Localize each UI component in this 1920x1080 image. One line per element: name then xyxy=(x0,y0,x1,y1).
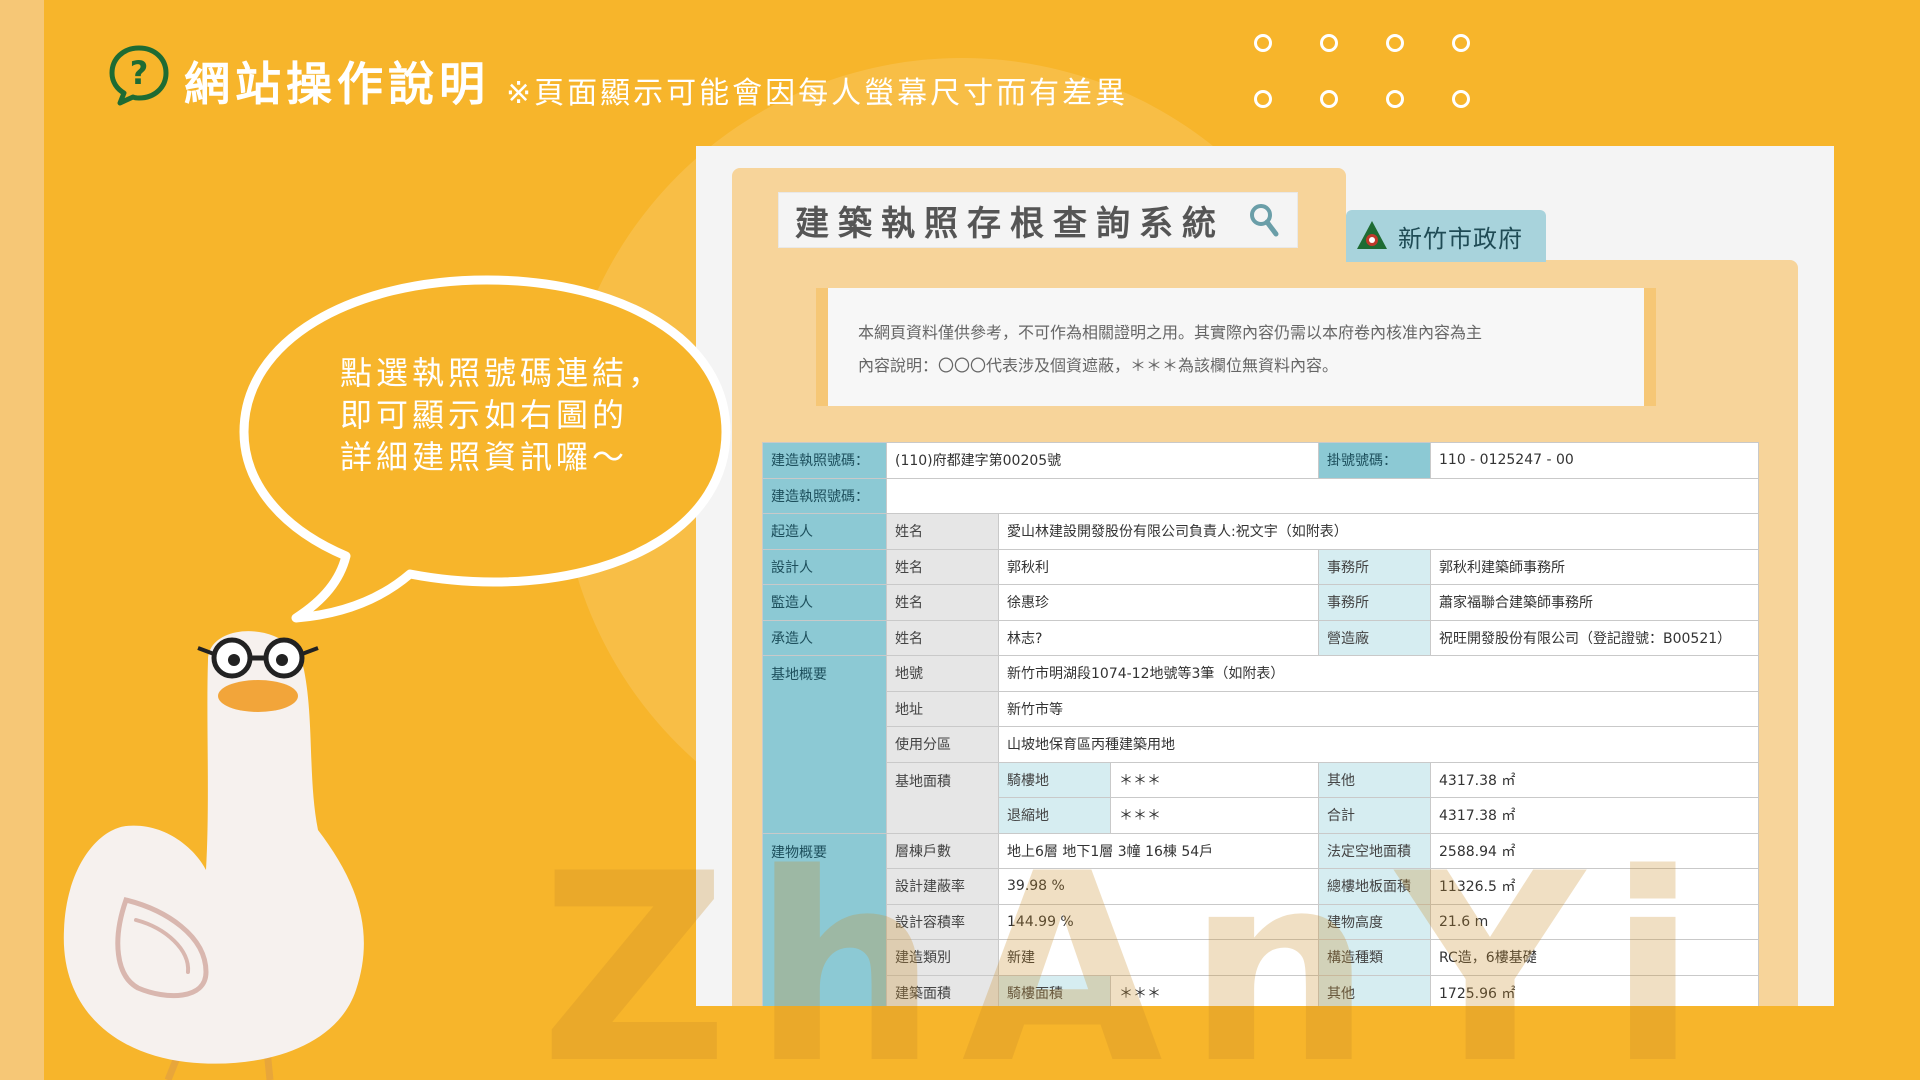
table-cell: 4317.38 ㎡ xyxy=(1429,761,1760,798)
table-row: 建造執照號碼： xyxy=(762,477,1760,514)
table-label: 營造廠 xyxy=(1318,619,1431,656)
table-row: 設計人 姓名 郭秋利 事務所 郭秋利建築師事務所 xyxy=(762,548,1760,585)
svg-text:?: ? xyxy=(130,54,149,92)
table-cell: ＊＊＊ xyxy=(1110,761,1319,798)
watermark-text: ZhAnYi xyxy=(540,819,1722,1080)
page-title: 網站操作說明 xyxy=(184,57,490,111)
notice-line: 內容說明：〇〇〇代表涉及個資遮蔽，＊＊＊為該欄位無資料內容。 xyxy=(858,356,1339,375)
table-label: 姓名 xyxy=(886,548,999,585)
decor-dot xyxy=(1320,90,1338,108)
table-row: 使用分區 山坡地保育區丙種建築用地 xyxy=(763,726,1760,763)
page-note: ※頁面顯示可能會因每人螢幕尺寸而有差異 xyxy=(506,76,1129,111)
table-label: 姓名 xyxy=(886,584,999,621)
table-label: 事務所 xyxy=(1318,548,1431,585)
table-cell: 郭秋利 xyxy=(998,548,1319,585)
decor-dot xyxy=(1452,90,1470,108)
table-cell xyxy=(885,477,1760,514)
table-cell: 郭秋利建築師事務所 xyxy=(1429,548,1760,585)
decor-dot xyxy=(1386,90,1404,108)
table-cell: 愛山林建設開發股份有限公司負責人:祝文宇（如附表） xyxy=(997,513,1760,550)
table-label: 使用分區 xyxy=(886,726,999,763)
table-label: 建造執照號碼： xyxy=(762,442,887,479)
table-label: 地址 xyxy=(886,690,999,727)
table-label: 其他 xyxy=(1318,761,1431,798)
gov-logo-icon xyxy=(1357,221,1387,249)
decor-dot xyxy=(1254,34,1272,52)
bubble-line: 點選執照號碼連結， xyxy=(340,354,665,392)
table-row: 建造執照號碼： (110)府都建字第00205號 掛號號碼： 110 - 012… xyxy=(762,442,1760,479)
table-row: 地址 新竹市等 xyxy=(763,690,1760,727)
table-cell: 林志? xyxy=(998,619,1319,656)
gov-name: 新竹市政府 xyxy=(1398,224,1523,253)
table-label: 地號 xyxy=(886,655,999,692)
decor-dot xyxy=(1254,90,1272,108)
table-section-label: 基地概要 xyxy=(762,655,887,834)
table-cell: 新竹市等 xyxy=(997,690,1760,727)
table-label: 監造人 xyxy=(762,584,887,621)
decor-dot xyxy=(1386,34,1404,52)
table-label: 事務所 xyxy=(1318,584,1431,621)
help-icon: ? xyxy=(109,45,169,106)
bubble-line: 詳細建照資訊囉～ xyxy=(340,438,629,476)
decor-dot xyxy=(1320,34,1338,52)
bubble-text: 點選執照號碼連結， 即可顯示如右圖的 詳細建照資訊囉～ xyxy=(340,352,700,478)
table-row: 基地面積 騎樓地 ＊＊＊ 其他 4317.38 ㎡ xyxy=(763,761,1760,834)
table-cell: 新竹市明湖段1074-12地號等3筆（如附表） xyxy=(997,655,1760,692)
gov-tab[interactable]: 新竹市政府 xyxy=(1346,210,1546,262)
system-title: 建築執照存根查詢系統 xyxy=(795,203,1225,244)
search-icon[interactable] xyxy=(1249,203,1279,237)
table-cell: 蕭家福聯合建築師事務所 xyxy=(1429,584,1760,621)
notice-box: 本網頁資料僅供參考，不可作為相關證明之用。其實際內容仍需以本府卷內核准內容為主 … xyxy=(816,288,1656,406)
table-cell: 山坡地保育區丙種建築用地 xyxy=(997,726,1760,763)
table-label: 掛號號碼： xyxy=(1318,442,1431,479)
table-label: 設計人 xyxy=(762,548,887,585)
left-edge-strip xyxy=(0,0,44,1080)
table-label: 騎樓地 xyxy=(998,761,1111,798)
notice-line: 本網頁資料僅供參考，不可作為相關證明之用。其實際內容仍需以本府卷內核准內容為主 xyxy=(858,323,1483,342)
table-cell: 徐惠珍 xyxy=(998,584,1319,621)
table-row: 起造人 姓名 愛山林建設開發股份有限公司負責人:祝文宇（如附表） xyxy=(762,513,1760,550)
duck-mascot xyxy=(63,631,364,1080)
register-number: 110 - 0125247 - 00 xyxy=(1429,442,1760,479)
table-label: 起造人 xyxy=(762,513,887,550)
table-label: 承造人 xyxy=(762,619,887,656)
table-row: 監造人 姓名 徐惠珍 事務所 蕭家福聯合建築師事務所 xyxy=(762,584,1760,621)
table-row: 承造人 姓名 林志? 營造廠 祝旺開發股份有限公司（登記證號：B00521） xyxy=(762,619,1760,656)
table-label: 姓名 xyxy=(886,513,999,550)
table-label: 建造執照號碼： xyxy=(762,477,887,514)
permit-number[interactable]: (110)府都建字第00205號 xyxy=(886,442,1319,479)
bubble-line: 即可顯示如右圖的 xyxy=(340,396,629,434)
system-title-box: 建築執照存根查詢系統 xyxy=(778,192,1298,248)
table-cell: 祝旺開發股份有限公司（登記證號：B00521） xyxy=(1429,619,1760,656)
table-label: 姓名 xyxy=(886,619,999,656)
decor-dot xyxy=(1452,34,1470,52)
table-row: 基地概要 地號 新竹市明湖段1074-12地號等3筆（如附表） xyxy=(762,655,1760,834)
